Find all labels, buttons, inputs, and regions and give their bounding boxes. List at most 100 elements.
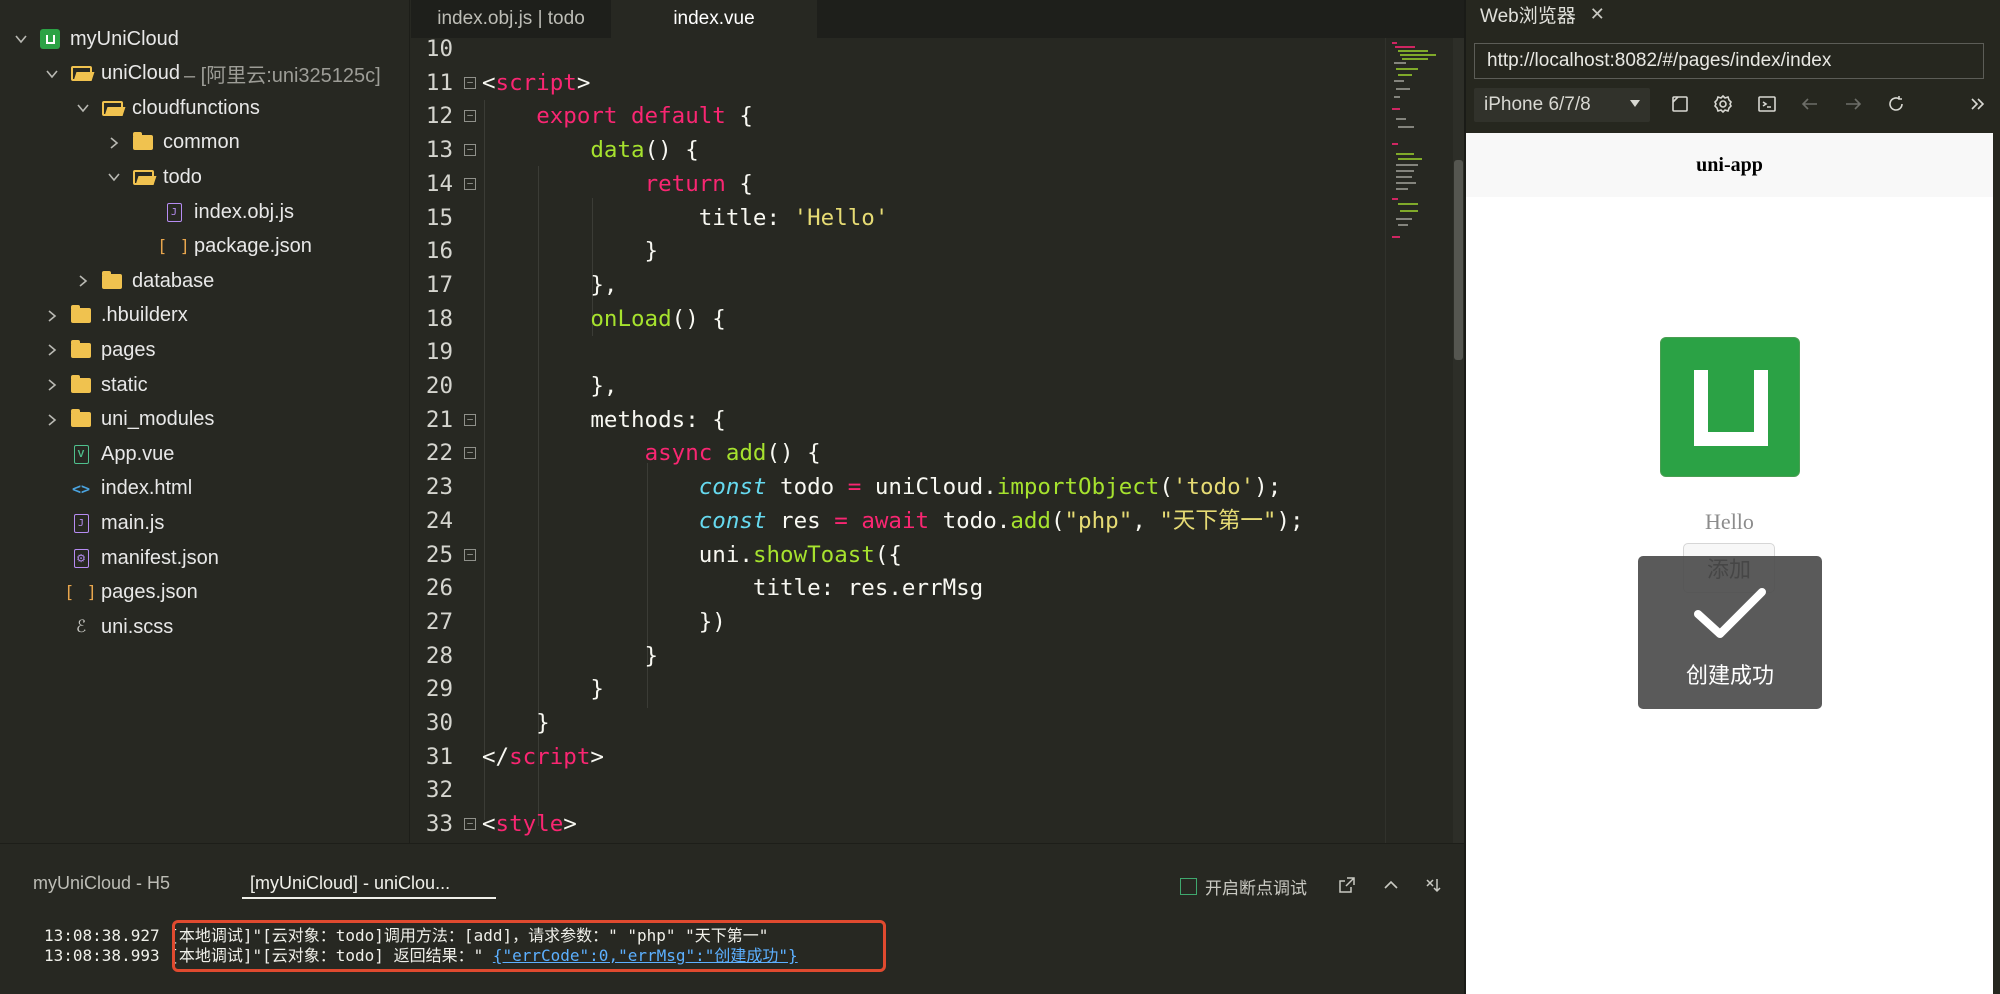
chevron-right-icon[interactable] (43, 376, 61, 394)
chevron-down-icon[interactable] (105, 168, 123, 186)
code-line[interactable]: 28 } (411, 640, 1385, 673)
tree-item-todo[interactable]: todo (0, 160, 410, 194)
json-file-icon: [ ] (64, 582, 98, 603)
tree-item-pages[interactable]: pages (0, 333, 410, 367)
code-line[interactable]: 13− data() { (411, 134, 1385, 167)
breakpoint-label: 开启断点调试 (1205, 879, 1307, 898)
chevron-right-icon[interactable] (43, 341, 61, 359)
code-token: }, (482, 373, 618, 399)
tree-item-main-js[interactable]: Jmain.js (0, 506, 410, 540)
tree-item-manifest-json[interactable]: ⚙ manifest.json (0, 541, 410, 575)
tree-item-database[interactable]: database (0, 264, 410, 298)
code-line[interactable]: 15 title: 'Hello' (411, 202, 1385, 235)
code-line[interactable]: 31 </script> (411, 741, 1385, 774)
code-editor[interactable]: 10 11− <script> 12− export default {13− dat… (411, 38, 1385, 843)
code-line[interactable]: 22− async add() { (411, 437, 1385, 470)
fold-toggle-icon[interactable]: − (464, 144, 476, 157)
tree-item-unicloud[interactable]: uniCloud – [阿里云:uni325125c] (0, 57, 410, 91)
tab-index-obj-js[interactable]: index.obj.js | todo (411, 0, 611, 38)
forward-arrow-icon[interactable] (1841, 92, 1865, 116)
export-console-icon[interactable] (1336, 874, 1358, 896)
line-number: 26 (425, 575, 453, 602)
code-line[interactable]: 17 }, (411, 269, 1385, 302)
code-line[interactable]: 18 onLoad() { (411, 303, 1385, 336)
code-line[interactable]: 12− export default { (411, 100, 1385, 133)
code-text: } (482, 707, 550, 740)
chevron-down-icon[interactable] (12, 30, 30, 48)
tree-item-uni-scss[interactable]: ℰuni.scss (0, 610, 410, 644)
tree-item-app-vue[interactable]: V App.vue (0, 437, 410, 471)
console-tab-h5[interactable]: myUniCloud - H5 (33, 873, 170, 899)
tree-item-common[interactable]: common (0, 126, 410, 160)
chevron-right-icon[interactable] (105, 134, 123, 152)
code-line[interactable]: 26 title: res.errMsg (411, 572, 1385, 605)
device-select[interactable]: iPhone 6/7/8 (1474, 88, 1650, 122)
code-line[interactable]: 14− return { (411, 168, 1385, 201)
code-line[interactable]: 19 (411, 336, 1385, 369)
manifest-file-icon: ⚙ (69, 547, 93, 569)
editor-scrollbar[interactable] (1453, 38, 1464, 843)
back-arrow-icon[interactable] (1798, 92, 1822, 116)
chevron-right-icon[interactable] (43, 411, 61, 429)
fold-toggle-icon[interactable]: − (464, 818, 476, 831)
fold-toggle-icon[interactable]: − (464, 76, 476, 89)
tree-item-myunicloud[interactable]: myUniCloud (0, 22, 410, 56)
chevron-right-icon[interactable] (43, 307, 61, 325)
tree-item-index-html[interactable]: <> index.html (0, 472, 410, 506)
code-line[interactable]: 21− methods: { (411, 404, 1385, 437)
fold-toggle-icon[interactable]: − (464, 548, 476, 561)
tree-item-pages-json[interactable]: [ ] pages.json (0, 576, 410, 610)
settings-icon[interactable] (1711, 92, 1735, 116)
code-text: }, (482, 269, 617, 302)
tree-item-package-json[interactable]: [ ] package.json (0, 230, 410, 264)
tab-index-vue[interactable]: index.vue (611, 0, 817, 38)
code-line[interactable]: 30 } (411, 707, 1385, 740)
tree-item-uni-modules[interactable]: uni_modules (0, 403, 410, 437)
chevron-up-icon[interactable] (1380, 874, 1402, 896)
code-line[interactable]: 23 const todo = uniCloud.importObject('t… (411, 471, 1385, 504)
hello-text: Hello (1705, 509, 1754, 534)
code-line[interactable]: 10 (411, 38, 1385, 66)
browser-tab[interactable]: Web浏览器 ✕ (1464, 0, 1632, 28)
tree-item-static[interactable]: static (0, 368, 410, 402)
code-token: 'todo' (1172, 474, 1255, 501)
editor-scroll-thumb[interactable] (1454, 160, 1463, 360)
tree-item-cloudfunctions[interactable]: cloudfunctions (0, 91, 410, 125)
html-file-icon: <> (71, 479, 91, 498)
chevron-down-icon[interactable] (74, 99, 92, 117)
code-line[interactable]: 29 } (411, 673, 1385, 706)
code-line[interactable]: 11− <script> (411, 67, 1385, 100)
code-line[interactable]: 25− uni.showToast({ (411, 539, 1385, 572)
line-number: 13 (425, 137, 453, 164)
url-input[interactable]: http://localhost:8082/#/pages/index/inde… (1474, 43, 1984, 79)
devtools-console-icon[interactable] (1755, 92, 1779, 116)
rotate-screen-icon[interactable] (1668, 92, 1692, 116)
code-line[interactable]: 24 const res = await todo.add("php", "天下… (411, 505, 1385, 538)
breakpoint-toggle[interactable]: 开启断点调试 (1180, 874, 1307, 899)
clear-console-icon[interactable] (1423, 874, 1445, 896)
code-line[interactable]: 33− <style> (411, 808, 1385, 841)
checkbox-icon[interactable] (1180, 878, 1197, 895)
chevron-right-icon[interactable] (74, 272, 92, 290)
line-number: 24 (425, 507, 453, 534)
fold-toggle-icon[interactable]: − (464, 110, 476, 123)
code-line[interactable]: 32 (411, 774, 1385, 807)
code-line[interactable]: 20 }, (411, 370, 1385, 403)
fold-toggle-icon[interactable]: − (464, 177, 476, 190)
folder-icon (131, 132, 155, 154)
tree-item-index-obj-js[interactable]: Jindex.obj.js (0, 195, 410, 229)
code-line[interactable]: 16 } (411, 235, 1385, 268)
console-tab-unicloud[interactable]: [myUniCloud] - uniClou... (242, 873, 496, 899)
close-icon[interactable]: ✕ (1590, 4, 1605, 25)
code-line[interactable]: 27 }) (411, 606, 1385, 639)
code-minimap[interactable] (1385, 38, 1453, 843)
more-chevron-icon[interactable] (1965, 92, 1989, 116)
fold-toggle-icon[interactable]: − (464, 447, 476, 460)
toast-text: 创建成功 (1685, 663, 1774, 688)
refresh-icon[interactable] (1884, 92, 1908, 116)
fold-toggle-icon[interactable]: − (464, 413, 476, 426)
tree-item-hbuilderx[interactable]: .hbuilderx (0, 299, 410, 333)
code-text: } (482, 235, 659, 268)
chevron-down-icon[interactable] (43, 65, 61, 83)
